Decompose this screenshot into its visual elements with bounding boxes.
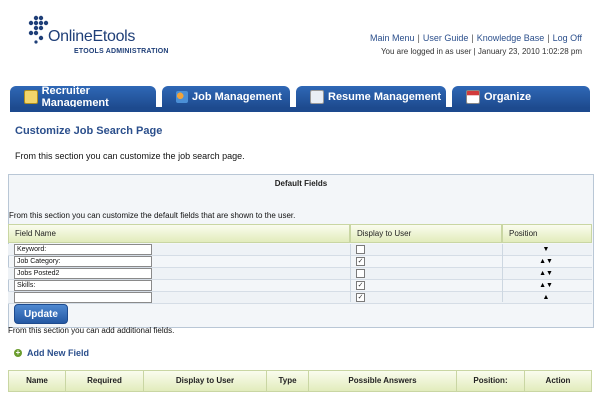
tab-resume-management[interactable]: Resume Management [296, 86, 446, 108]
column-header-possible-answers: Possible Answers [309, 371, 457, 391]
table-row: ✓ ▲ [8, 292, 592, 304]
position-arrows[interactable]: ▲▼ [534, 280, 558, 291]
additional-fields-description: From this section you can add additional… [8, 326, 175, 335]
tabs-underline [10, 107, 590, 112]
field-name-input[interactable] [14, 292, 152, 303]
logo-subtitle: ETOOLS ADMINISTRATION [74, 48, 169, 55]
logo-name: OnlineEtools [48, 28, 136, 45]
page-intro: From this section you can customize the … [15, 151, 245, 161]
column-header-position: Position: [457, 371, 525, 391]
position-arrows[interactable]: ▲▼ [534, 256, 558, 267]
column-header-position: Position [502, 224, 592, 243]
tab-label: Job Management [192, 91, 282, 103]
nav-separator: | [417, 33, 420, 43]
knowledge-base-link[interactable]: Knowledge Base [477, 33, 545, 43]
display-checkbox[interactable]: ✓ [356, 281, 365, 290]
tab-label: Recruiter Management [41, 85, 109, 109]
default-fields-table: Keyword: ▼ Job Category: ✓ ▲▼ Jobs Poste… [8, 244, 592, 304]
tab-label: Organize [484, 91, 532, 103]
add-new-field-label: Add New Field [27, 348, 90, 358]
field-name-input[interactable]: Job Category: [14, 256, 152, 267]
nav-separator: | [547, 33, 550, 43]
tab-recruiter-management[interactable]: Recruiter Management [10, 85, 156, 109]
main-menu-link[interactable]: Main Menu [370, 33, 415, 43]
display-checkbox[interactable] [356, 245, 365, 254]
column-header-name: Name [9, 371, 66, 391]
field-name-input[interactable]: Jobs Posted2 [14, 268, 152, 279]
field-name-input[interactable]: Skills: [14, 280, 152, 291]
column-header-required: Required [66, 371, 144, 391]
additional-fields-table-header: Name Required Display to User Type Possi… [8, 370, 592, 392]
table-row: Job Category: ✓ ▲▼ [8, 256, 592, 268]
column-header-type: Type [267, 371, 309, 391]
column-header-display: Display to User [350, 224, 502, 243]
default-fields-description: From this section you can customize the … [9, 211, 296, 220]
tab-label: Resume Management [328, 91, 442, 103]
table-row: Jobs Posted2 ▲▼ [8, 268, 592, 280]
table-row: Keyword: ▼ [8, 244, 592, 256]
calendar-icon [466, 90, 480, 104]
column-header-field-name: Field Name [8, 224, 350, 243]
tab-job-management[interactable]: Job Management [162, 86, 290, 108]
main-tabs: Recruiter Management Job Management Resu… [10, 85, 590, 109]
column-divider [350, 244, 351, 302]
nav-separator: | [471, 33, 474, 43]
display-checkbox[interactable] [356, 269, 365, 278]
position-arrows[interactable]: ▲ [534, 292, 558, 303]
top-nav: Main Menu | User Guide | Knowledge Base | Log … [370, 33, 582, 43]
update-button[interactable]: Update [14, 304, 68, 324]
logo[interactable]: OnlineEtools ETOOLS ADMINISTRATION [26, 14, 168, 58]
notepad-icon [24, 90, 38, 104]
add-new-field-link[interactable]: + Add New Field [14, 348, 89, 358]
log-off-link[interactable]: Log Off [553, 33, 582, 43]
field-name-input[interactable]: Keyword: [14, 244, 152, 255]
plus-icon: + [14, 348, 22, 357]
tab-organize[interactable]: Organize [452, 86, 590, 108]
user-guide-link[interactable]: User Guide [423, 33, 469, 43]
column-header-display-to-user: Display to User [144, 371, 267, 391]
resume-icon [310, 90, 324, 104]
people-icon [176, 91, 188, 103]
position-arrows[interactable]: ▲▼ [534, 268, 558, 279]
column-divider [502, 244, 503, 302]
display-checkbox[interactable]: ✓ [356, 293, 365, 302]
default-fields-title: Default Fields [274, 179, 328, 188]
column-header-action: Action [545, 376, 571, 385]
login-info: You are logged in as user | January 23, … [380, 47, 582, 56]
position-arrows[interactable]: ▼ [534, 244, 558, 255]
page-title: Customize Job Search Page [15, 125, 163, 137]
display-checkbox[interactable]: ✓ [356, 257, 365, 266]
table-row: Skills: ✓ ▲▼ [8, 280, 592, 292]
